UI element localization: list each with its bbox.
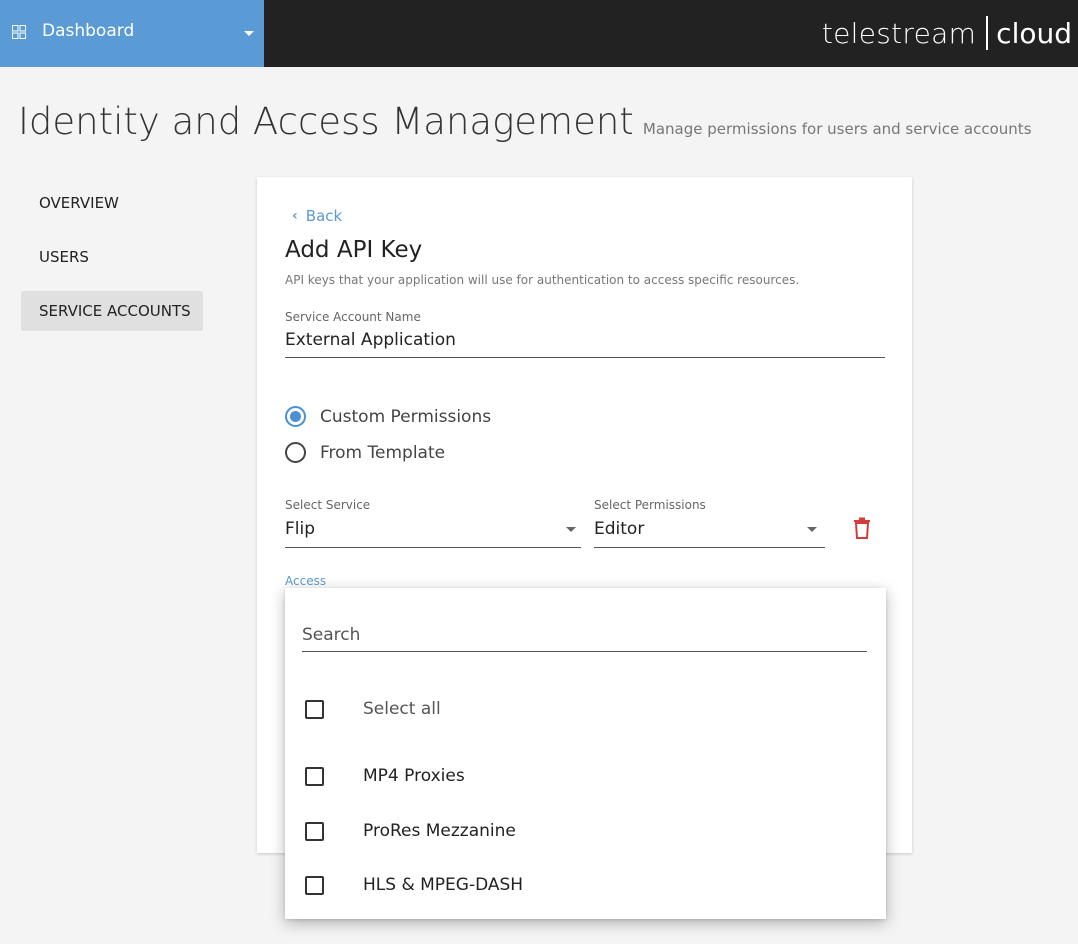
radio-from-template[interactable]: From Template: [285, 442, 445, 463]
option-label: HLS & MPEG-DASH: [363, 875, 524, 895]
caret-down-icon: [244, 31, 254, 36]
nav-item-users[interactable]: USERS: [21, 237, 203, 277]
caret-down-icon: [807, 527, 817, 532]
page-heading: Identity and Access Management Manage pe…: [18, 100, 1032, 143]
access-option[interactable]: ProRes Mezzanine: [305, 821, 516, 841]
brand-product: cloud: [996, 16, 1072, 50]
dashboard-menu-button[interactable]: Dashboard: [0, 0, 264, 67]
select-all-label: Select all: [363, 699, 441, 719]
back-link[interactable]: ‹ Back: [292, 207, 342, 225]
select-service-label: Select Service: [285, 498, 371, 512]
brand-logo: telestream cloud: [822, 13, 1072, 53]
radio-label: From Template: [320, 442, 446, 463]
option-label: ProRes Mezzanine: [363, 821, 516, 841]
dashboard-grid-icon: [12, 25, 26, 39]
access-option[interactable]: HLS & MPEG-DASH: [305, 875, 523, 895]
chevron-left-icon: ‹: [292, 208, 298, 224]
service-account-name-underline: [285, 357, 885, 358]
page-title: Identity and Access Management: [18, 100, 634, 143]
trash-icon[interactable]: [853, 517, 871, 539]
checkbox-unchecked-icon: [305, 821, 324, 841]
select-service-dropdown[interactable]: Flip: [285, 519, 315, 539]
checkbox-unchecked-icon: [305, 875, 324, 895]
select-permissions-label: Select Permissions: [594, 498, 706, 512]
radio-label: Custom Permissions: [320, 406, 492, 427]
select-permissions-dropdown[interactable]: Editor: [594, 519, 644, 539]
radio-checked-icon: [285, 406, 306, 427]
nav-item-overview[interactable]: OVERVIEW: [21, 183, 203, 223]
brand-divider: [986, 16, 989, 50]
brand-name: telestream: [821, 16, 977, 50]
select-all-option[interactable]: Select all: [305, 699, 441, 719]
radio-unchecked-icon: [285, 442, 306, 463]
service-account-name-label: Service Account Name: [285, 310, 421, 324]
access-label: Access: [285, 574, 327, 588]
option-label: MP4 Proxies: [363, 766, 465, 786]
checkbox-unchecked-icon: [305, 766, 324, 786]
radio-custom-permissions[interactable]: Custom Permissions: [285, 406, 491, 427]
search-input[interactable]: [302, 618, 867, 652]
dashboard-label: Dashboard: [42, 21, 135, 41]
card-title: Add API Key: [285, 237, 423, 263]
select-permissions-underline: [594, 547, 825, 548]
caret-down-icon: [566, 527, 576, 532]
checkbox-unchecked-icon: [305, 699, 324, 719]
access-dropdown: Select all MP4 Proxies ProRes Mezzanine …: [285, 588, 886, 919]
top-bar: Dashboard telestream cloud: [0, 0, 1078, 67]
nav-item-service-accounts[interactable]: SERVICE ACCOUNTS: [21, 291, 203, 331]
service-account-name-field[interactable]: External Application: [285, 330, 456, 350]
page-subtitle: Manage permissions for users and service…: [642, 120, 1032, 138]
card-description: API keys that your application will use …: [285, 273, 800, 287]
select-service-underline: [285, 547, 581, 548]
access-option[interactable]: MP4 Proxies: [305, 766, 465, 786]
back-label: Back: [305, 207, 343, 225]
